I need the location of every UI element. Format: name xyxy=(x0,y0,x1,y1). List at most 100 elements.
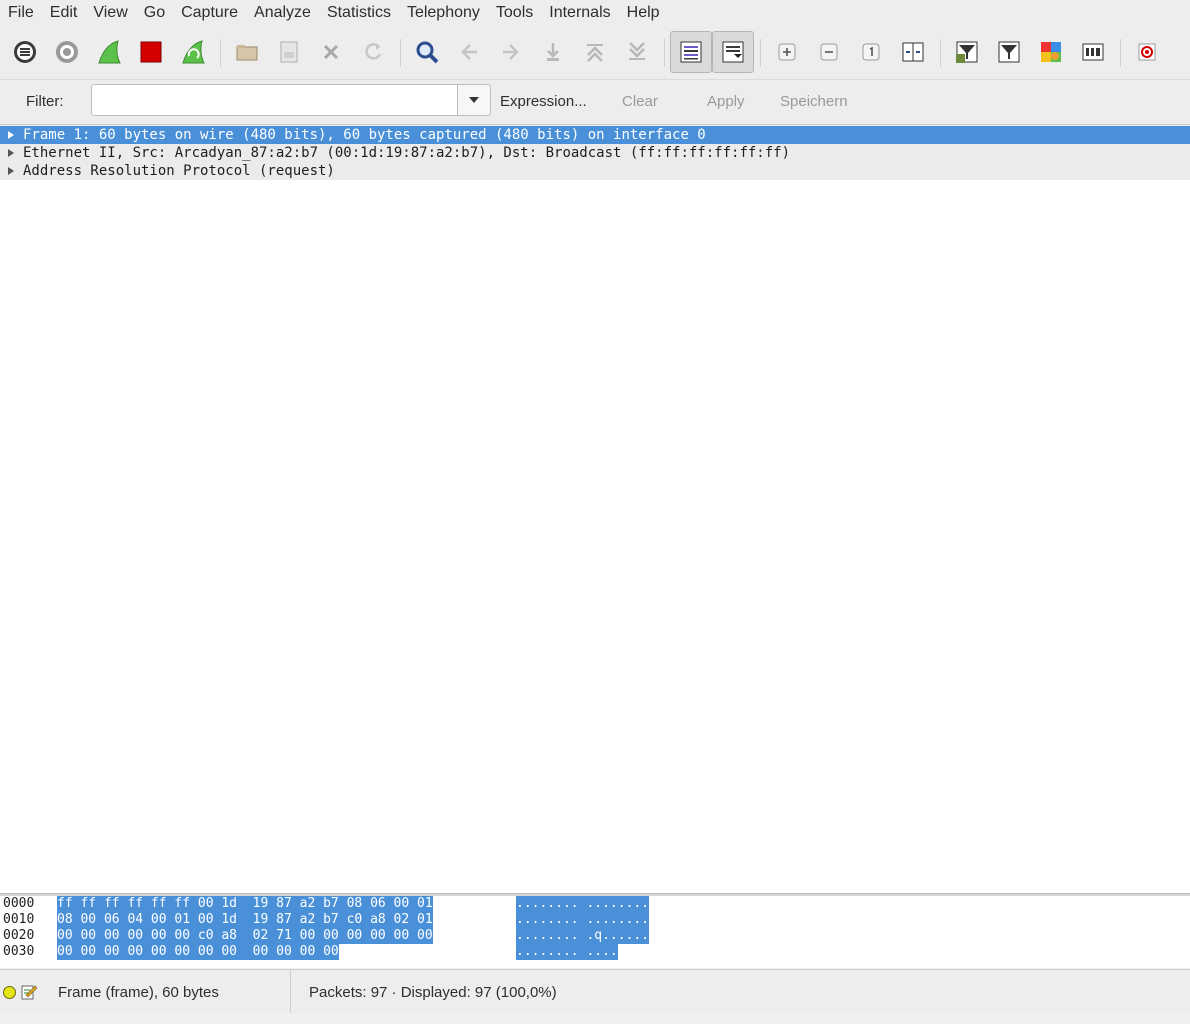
filter-input[interactable] xyxy=(91,84,457,116)
last-packet-icon xyxy=(629,42,645,60)
first-packet-button[interactable] xyxy=(580,37,610,67)
last-packet-button[interactable] xyxy=(622,37,652,67)
hex-offset: 0020 xyxy=(3,928,35,943)
capture-filters-icon xyxy=(956,41,978,63)
hex-bytes[interactable]: ff ff ff ff ff ff 00 1d 19 87 a2 b7 08 0… xyxy=(57,896,433,912)
menu-tools[interactable]: Tools xyxy=(488,0,541,26)
zoom-in-button[interactable] xyxy=(772,37,802,67)
status-bar: Frame (frame), 60 bytes Packets: 97 · Di… xyxy=(0,969,1190,1013)
packet-bytes-pane: 0000 ff ff ff ff ff ff 00 1d 19 87 a2 b7… xyxy=(0,896,1190,968)
tree-row-arp[interactable]: Address Resolution Protocol (request) xyxy=(0,162,1190,180)
hex-offset: 0010 xyxy=(3,912,35,927)
save-filter-button[interactable]: Speichern xyxy=(780,93,848,110)
stop-capture-icon xyxy=(140,41,162,63)
capture-filters-button[interactable] xyxy=(952,37,982,67)
zoom-in-icon xyxy=(778,43,796,61)
menu-file[interactable]: File xyxy=(0,0,42,26)
filter-toolbar: Filter: Expression... Clear Apply Speich… xyxy=(0,80,1190,125)
menu-analyze[interactable]: Analyze xyxy=(246,0,319,26)
hex-offset: 0000 xyxy=(3,896,35,911)
hex-ascii[interactable]: ........ .... xyxy=(516,944,618,960)
go-to-packet-button[interactable] xyxy=(538,37,568,67)
tree-row-ethernet[interactable]: Ethernet II, Src: Arcadyan_87:a2:b7 (00:… xyxy=(0,144,1190,162)
normal-size-button[interactable] xyxy=(856,37,886,67)
hex-row: 0000 ff ff ff ff ff ff 00 1d 19 87 a2 b7… xyxy=(0,896,1190,912)
expression-button[interactable]: Expression... xyxy=(500,93,587,110)
go-to-packet-icon xyxy=(547,43,559,61)
go-back-icon xyxy=(461,44,477,60)
expert-info-led-icon[interactable] xyxy=(3,986,16,999)
hex-bytes[interactable]: 00 00 00 00 00 00 c0 a8 02 71 00 00 00 0… xyxy=(57,928,433,944)
expander-arrow-icon[interactable] xyxy=(8,162,18,180)
expander-arrow-icon[interactable] xyxy=(8,126,18,144)
go-forward-button[interactable] xyxy=(496,37,526,67)
reload-icon xyxy=(365,43,382,60)
clear-button[interactable]: Clear xyxy=(622,93,658,110)
find-icon xyxy=(416,41,439,64)
zoom-out-button[interactable] xyxy=(814,37,844,67)
hex-bytes[interactable]: 00 00 00 00 00 00 00 00 00 00 00 00 xyxy=(57,944,339,960)
hex-row: 0020 00 00 00 00 00 00 c0 a8 02 71 00 00… xyxy=(0,928,1190,944)
filter-dropdown-button[interactable] xyxy=(457,84,491,116)
hex-ascii[interactable]: ........ ........ xyxy=(516,896,650,912)
open-file-icon xyxy=(236,45,258,61)
field-info-text: Frame (frame), 60 bytes xyxy=(58,984,219,1001)
capture-comment-icon[interactable] xyxy=(20,983,38,1001)
status-separator xyxy=(290,970,291,1013)
menu-internals[interactable]: Internals xyxy=(541,0,618,26)
hex-ascii[interactable]: ........ ........ xyxy=(516,912,650,928)
filter-label: Filter: xyxy=(26,93,64,110)
menu-capture[interactable]: Capture xyxy=(173,0,246,26)
toolbar-separator xyxy=(400,39,401,67)
start-capture-button[interactable] xyxy=(94,37,124,67)
capture-options-button[interactable] xyxy=(52,37,82,67)
coloring-rules-button[interactable] xyxy=(1036,37,1066,67)
open-file-button[interactable] xyxy=(232,37,262,67)
autoscroll-button[interactable] xyxy=(712,31,754,73)
interfaces-icon xyxy=(14,41,36,63)
hex-row: 0010 08 00 06 04 00 01 00 1d 19 87 a2 b7… xyxy=(0,912,1190,928)
menu-go[interactable]: Go xyxy=(136,0,173,26)
tree-row-label: Frame 1: 60 bytes on wire (480 bits), 60… xyxy=(23,127,706,143)
close-file-icon xyxy=(323,44,339,60)
tree-row-label: Ethernet II, Src: Arcadyan_87:a2:b7 (00:… xyxy=(23,145,791,161)
zoom-out-icon xyxy=(820,43,838,61)
colorize-icon xyxy=(680,41,702,63)
tree-row-label: Address Resolution Protocol (request) xyxy=(23,163,335,179)
hex-ascii[interactable]: ........ .q...... xyxy=(516,928,650,944)
menu-statistics[interactable]: Statistics xyxy=(319,0,399,26)
hex-bytes[interactable]: 08 00 06 04 00 01 00 1d 19 87 a2 b7 c0 a… xyxy=(57,912,433,928)
hex-offset: 0030 xyxy=(3,944,35,959)
display-filters-button[interactable] xyxy=(994,37,1024,67)
toolbar-separator xyxy=(940,39,941,67)
preferences-button[interactable] xyxy=(1078,37,1108,67)
start-capture-icon xyxy=(98,40,121,64)
reload-button[interactable] xyxy=(358,37,388,67)
go-back-button[interactable] xyxy=(454,37,484,67)
packet-count-text: Packets: 97 · Displayed: 97 (100,0%) xyxy=(309,984,557,1001)
save-file-button[interactable] xyxy=(274,37,304,67)
find-packet-button[interactable] xyxy=(412,37,442,67)
toolbar-separator xyxy=(220,39,221,67)
tree-row-frame[interactable]: Frame 1: 60 bytes on wire (480 bits), 60… xyxy=(0,126,1190,144)
apply-button[interactable]: Apply xyxy=(707,93,745,110)
colorize-button[interactable] xyxy=(670,31,712,73)
normal-size-icon xyxy=(862,43,880,61)
menu-telephony[interactable]: Telephony xyxy=(399,0,488,26)
stop-capture-button[interactable] xyxy=(136,37,166,67)
menu-help[interactable]: Help xyxy=(619,0,668,26)
menu-view[interactable]: View xyxy=(85,0,135,26)
first-packet-icon xyxy=(587,44,603,62)
close-file-button[interactable] xyxy=(316,37,346,67)
options-icon xyxy=(56,41,78,63)
expander-arrow-icon[interactable] xyxy=(8,144,18,162)
restart-capture-button[interactable] xyxy=(178,37,208,67)
help-button[interactable] xyxy=(1132,37,1162,67)
resize-columns-button[interactable] xyxy=(898,37,928,67)
menu-edit[interactable]: Edit xyxy=(42,0,86,26)
interfaces-button[interactable] xyxy=(10,37,40,67)
help-icon xyxy=(1138,43,1156,61)
toolbar-separator xyxy=(760,39,761,67)
resize-columns-icon xyxy=(902,42,924,62)
restart-capture-icon xyxy=(182,40,205,64)
